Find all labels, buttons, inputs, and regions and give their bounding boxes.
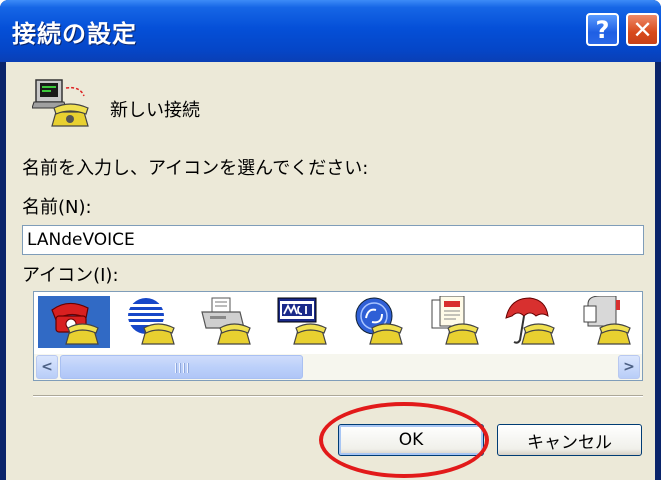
title-bar[interactable]: 接続の設定 ? ✕	[0, 0, 661, 62]
ok-button[interactable]: OK	[338, 424, 484, 456]
close-button[interactable]: ✕	[626, 13, 659, 46]
ge-logo-phone-icon	[355, 297, 403, 345]
separator	[33, 395, 643, 397]
scroll-right-button[interactable]: >	[618, 355, 640, 379]
mailbox-phone-icon	[583, 296, 631, 345]
documents-phone-icon	[431, 296, 479, 345]
icon-item-globe[interactable]	[114, 296, 186, 348]
chevron-right-icon: >	[623, 359, 635, 375]
icon-list[interactable]: < >	[33, 291, 643, 381]
connection-name: 新しい接続	[110, 100, 200, 121]
chevron-left-icon: <	[41, 359, 53, 375]
fax-machine-icon	[201, 297, 251, 345]
dialog-window: 接続の設定 ? ✕ 新しい接続 名前を入力し、アイコンを選んでください: 名前(…	[0, 0, 661, 480]
icon-item-fax[interactable]	[190, 296, 262, 348]
close-icon: ✕	[632, 15, 653, 44]
icon-item-red-phone[interactable]	[38, 296, 110, 348]
instruction-text: 名前を入力し、アイコンを選んでください:	[22, 158, 369, 179]
horizontal-scrollbar[interactable]: < >	[34, 354, 642, 380]
globe-phone-icon	[127, 298, 175, 345]
name-label: 名前(N):	[22, 197, 92, 218]
umbrella-phone-icon	[505, 297, 555, 345]
connection-icon	[32, 79, 89, 127]
icon-item-ge[interactable]	[342, 296, 414, 348]
scroll-left-button[interactable]: <	[36, 355, 58, 379]
window-title: 接続の設定	[12, 20, 137, 48]
icon-item-umbrella[interactable]	[494, 296, 566, 348]
scrollbar-grip	[175, 363, 189, 373]
mci-phone-icon	[277, 297, 327, 345]
icon-item-mci[interactable]	[266, 296, 338, 348]
red-phone-icon	[51, 302, 99, 345]
icon-item-mailbox[interactable]	[570, 296, 642, 348]
help-button[interactable]: ?	[586, 13, 619, 46]
help-icon: ?	[595, 15, 610, 44]
icon-label: アイコン(I):	[22, 265, 119, 286]
cancel-button[interactable]: キャンセル	[497, 424, 642, 456]
icon-item-documents[interactable]	[418, 296, 490, 348]
scrollbar-thumb[interactable]	[60, 355, 303, 379]
name-input[interactable]	[22, 225, 644, 255]
